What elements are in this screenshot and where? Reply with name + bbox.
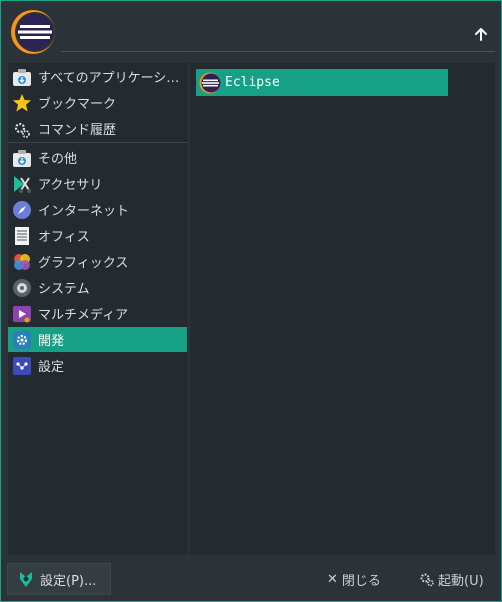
accessories-icon	[12, 174, 32, 194]
launch-button[interactable]: 起動(U)	[419, 565, 484, 593]
arrow-up-icon	[475, 28, 487, 41]
settings-icon	[12, 356, 32, 376]
category-label: インターネット	[38, 204, 130, 219]
system-icon	[12, 278, 32, 298]
folder-download-icon	[12, 148, 32, 168]
category-accessories[interactable]: アクセサリ	[8, 171, 187, 196]
category-system[interactable]: システム	[8, 275, 187, 300]
header	[1, 1, 501, 61]
close-icon: ✕	[327, 571, 338, 587]
search-field-underline[interactable]	[61, 51, 495, 52]
category-label: 開発	[38, 334, 65, 349]
palette-icon	[12, 252, 32, 272]
category-label: グラフィックス	[38, 256, 129, 271]
eclipse-logo-icon	[11, 10, 55, 54]
compass-icon	[12, 200, 32, 220]
category-bookmarks[interactable]: ブックマーク	[8, 90, 187, 115]
development-icon	[12, 330, 32, 350]
category-command-history[interactable]: コマンド履歴	[8, 116, 187, 141]
category-pane: すべてのアプリケーシ… ブックマーク コマンド履歴 その他 アクセサリ インター…	[8, 63, 188, 555]
category-label: すべてのアプリケーシ…	[38, 71, 180, 86]
document-icon	[12, 226, 32, 246]
category-label: システム	[38, 282, 90, 297]
app-finder-window: すべてのアプリケーシ… ブックマーク コマンド履歴 その他 アクセサリ インター…	[0, 0, 502, 602]
category-internet[interactable]: インターネット	[8, 197, 187, 222]
launch-label: 起動(U)	[438, 573, 484, 589]
multimedia-icon	[12, 304, 32, 324]
close-button[interactable]: ✕ 閉じる	[327, 565, 381, 593]
footer: 設定(P)... ✕ 閉じる 起動(U)	[1, 559, 501, 601]
gear-run-icon	[12, 119, 32, 139]
category-all-applications[interactable]: すべてのアプリケーシ…	[8, 64, 187, 89]
gear-run-icon	[420, 573, 434, 587]
category-development[interactable]: 開発	[8, 327, 187, 352]
category-office[interactable]: オフィス	[8, 223, 187, 248]
category-label: オフィス	[38, 230, 90, 245]
preferences-button[interactable]: 設定(P)...	[7, 563, 111, 595]
category-multimedia[interactable]: マルチメディア	[8, 301, 187, 326]
category-label: 設定	[38, 360, 65, 375]
folder-download-icon	[12, 67, 32, 87]
category-label: ブックマーク	[38, 97, 117, 112]
application-pane: Eclipse	[190, 63, 495, 555]
up-button[interactable]	[467, 21, 495, 47]
preferences-label: 設定(P)...	[40, 573, 97, 589]
category-divider	[8, 142, 188, 143]
category-label: マルチメディア	[38, 308, 129, 323]
eclipse-icon	[199, 72, 221, 93]
star-icon	[12, 93, 32, 113]
close-label: 閉じる	[341, 573, 381, 589]
preferences-icon	[20, 572, 32, 587]
app-item-label: Eclipse	[225, 75, 280, 90]
category-settings[interactable]: 設定	[8, 353, 187, 378]
category-graphics[interactable]: グラフィックス	[8, 249, 187, 274]
category-label: アクセサリ	[38, 178, 103, 193]
category-other[interactable]: その他	[8, 145, 187, 170]
category-label: コマンド履歴	[38, 123, 117, 138]
app-item-eclipse[interactable]: Eclipse	[196, 69, 448, 96]
category-label: その他	[38, 152, 78, 167]
